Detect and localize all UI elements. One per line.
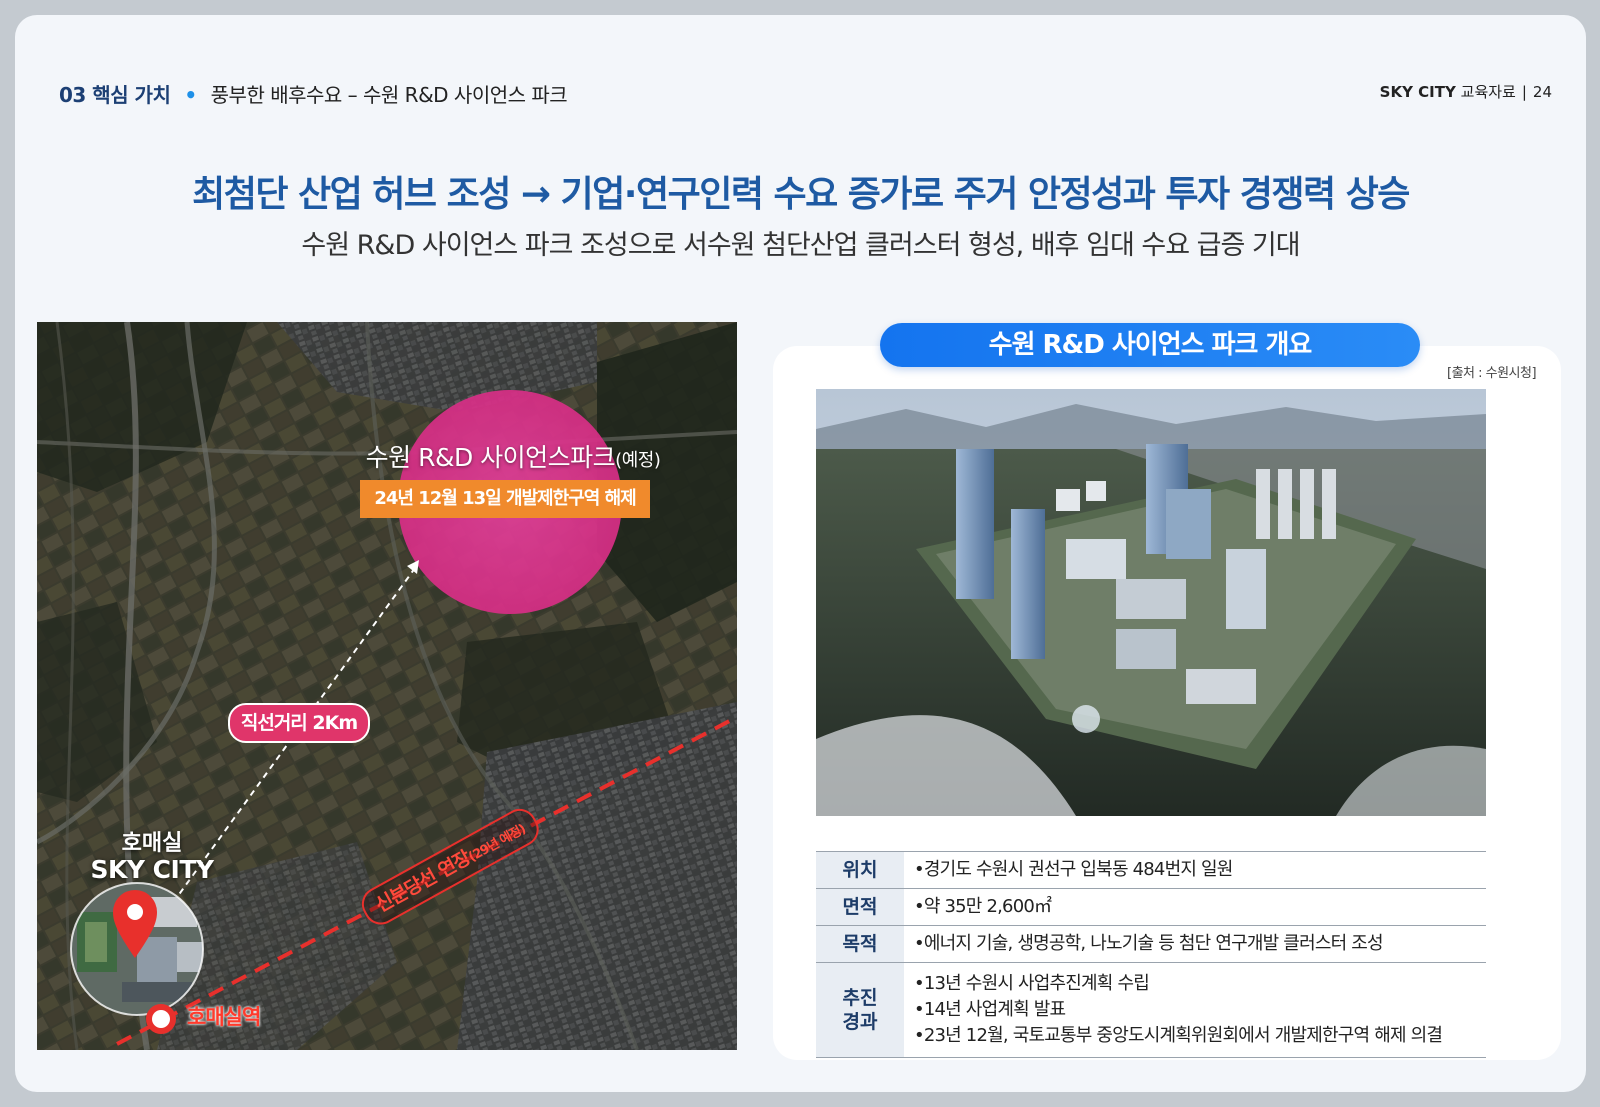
source-note: [출처 : 수원시청] <box>1447 366 1537 381</box>
header-breadcrumb: 03 핵심 가치 • 풍부한 배후수요 – 수원 R&D 사이언스 파크 <box>59 79 568 108</box>
row-value-line: •23년 12월, 국토교통부 중앙도시계획위원회에서 개발제한구역 해제 의결 <box>914 1025 1443 1046</box>
topic-label: 풍부한 배후수요 – 수원 R&D 사이언스 파크 <box>210 83 568 107</box>
row-key: 면적 <box>816 888 904 926</box>
row-value-line: •경기도 수원시 권선구 입북동 484번지 일원 <box>914 859 1233 880</box>
row-key: 위치 <box>816 851 904 889</box>
park-label: 수원 R&D 사이언스파크(예정) <box>343 438 683 474</box>
table-row: 위치 •경기도 수원시 권선구 입북동 484번지 일원 <box>816 851 1486 889</box>
site-name-line2: SKY CITY <box>90 855 215 884</box>
distance-pill: 직선거리 2Km <box>228 703 370 743</box>
table-row: 면적 •약 35만 2,600㎡ <box>816 888 1486 926</box>
row-value-line: •약 35만 2,600㎡ <box>914 896 1052 917</box>
row-value: •경기도 수원시 권선구 입북동 484번지 일원 <box>904 851 1486 889</box>
table-row: 추진 경과 •13년 수원시 사업추진계획 수립 •14년 사업계획 발표 •23… <box>816 962 1486 1058</box>
station-label: 호매실역 <box>187 1005 261 1029</box>
header-doc-info: SKY CITY 교육자료 | 24 <box>1380 81 1552 102</box>
table-row: 목적 •에너지 기술, 생명공학, 나노기술 등 첨단 연구개발 클러스터 조성 <box>816 925 1486 963</box>
park-label-suffix: (예정) <box>615 450 661 471</box>
park-label-text: 수원 R&D 사이언스파크 <box>365 443 616 472</box>
overview-table: 위치 •경기도 수원시 권선구 입북동 484번지 일원 면적 •약 35만 2… <box>816 851 1486 1058</box>
site-name-line1: 호매실 <box>121 831 183 856</box>
station-marker-icon <box>146 1004 176 1034</box>
park-badge: 24년 12월 13일 개발제한구역 해제 <box>360 480 650 518</box>
row-value: •에너지 기술, 생명공학, 나노기술 등 첨단 연구개발 클러스터 조성 <box>904 925 1486 963</box>
section-label: 03 핵심 가치 <box>59 83 171 107</box>
row-key: 목적 <box>816 925 904 963</box>
rendering-image <box>816 389 1486 816</box>
separator: | <box>1521 83 1527 101</box>
page-title: 최첨단 산업 허브 조성 → 기업·연구인력 수요 증가로 주거 안정성과 투자… <box>192 174 1410 215</box>
row-key-line: 경과 <box>842 1011 878 1033</box>
brand-label: SKY CITY <box>1379 83 1456 101</box>
row-key-line: 추진 <box>842 987 878 1009</box>
doc-name: 교육자료 <box>1460 83 1516 101</box>
page-subtitle: 수원 R&D 사이언스 파크 조성으로 서수원 첨단산업 클러스터 형성, 배후… <box>301 230 1300 261</box>
overview-title: 수원 R&D 사이언스 파크 개요 <box>880 323 1420 367</box>
page-number: 24 <box>1532 83 1552 101</box>
row-value: •약 35만 2,600㎡ <box>904 888 1486 926</box>
row-key: 추진 경과 <box>816 962 904 1058</box>
row-value-line: •14년 사업계획 발표 <box>914 999 1066 1020</box>
bullet-dot: • <box>184 83 197 107</box>
location-map: 수원 R&D 사이언스파크(예정) 24년 12월 13일 개발제한구역 해제 … <box>37 322 737 1050</box>
row-value-line: •에너지 기술, 생명공학, 나노기술 등 첨단 연구개발 클러스터 조성 <box>914 933 1384 954</box>
row-value: •13년 수원시 사업추진계획 수립 •14년 사업계획 발표 •23년 12월… <box>904 962 1486 1058</box>
row-value-line: •13년 수원시 사업추진계획 수립 <box>914 973 1150 994</box>
